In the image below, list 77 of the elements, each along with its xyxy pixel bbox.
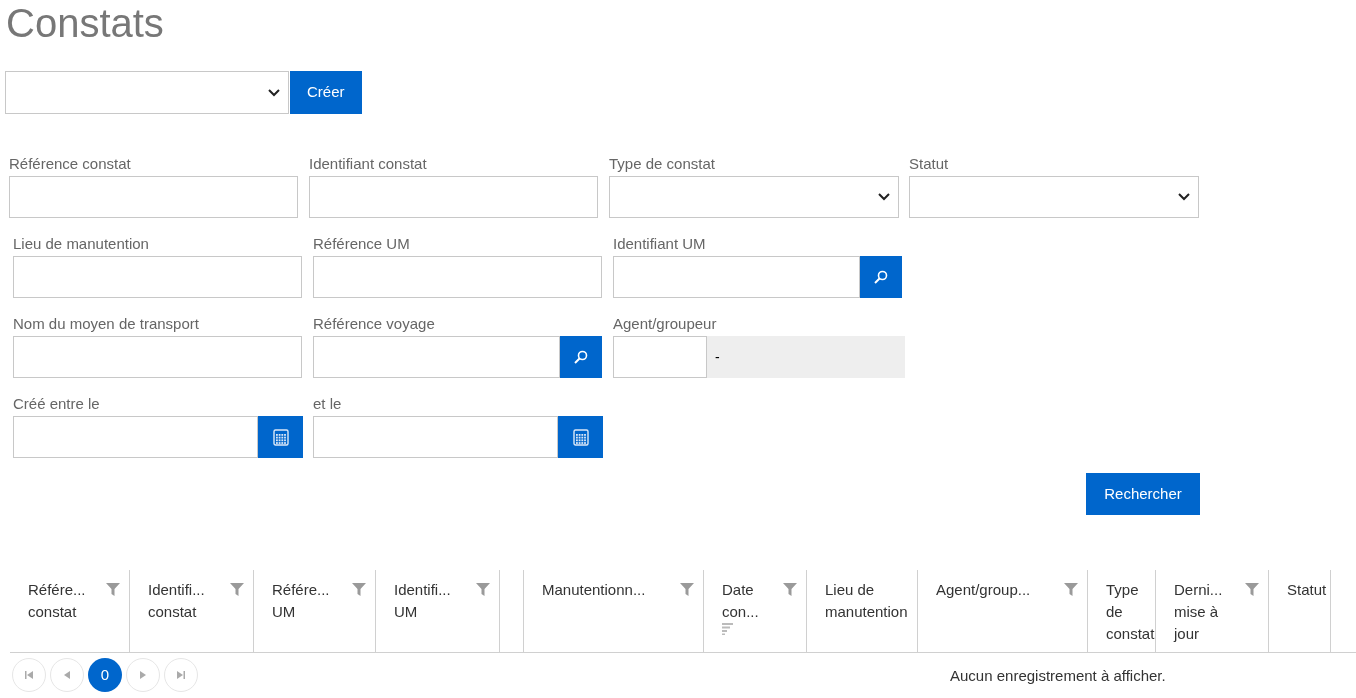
column-header[interactable]: Agent/group... (918, 570, 1088, 652)
column-header[interactable]: Type de constat (1088, 570, 1156, 652)
field-label: Statut (909, 154, 950, 174)
field-label: Référence constat (9, 154, 132, 174)
column-label: Identifi... UM (394, 580, 452, 622)
field-label: Lieu de manutention (13, 234, 150, 254)
field-label: Créé entre le (13, 394, 101, 414)
column-label: Lieu de manutention (825, 580, 908, 622)
select-field[interactable] (909, 176, 1199, 218)
filter-icon[interactable] (352, 583, 366, 596)
field-label: Type de constat (609, 154, 716, 174)
search-field[interactable] (613, 256, 860, 298)
column-label: Statut (1287, 580, 1327, 600)
column-label: Date con... (722, 580, 760, 622)
column-header[interactable]: Identifi... UM (376, 570, 500, 652)
filter-icon[interactable] (1064, 583, 1078, 596)
column-header[interactable]: Statut (1269, 570, 1331, 652)
column-header[interactable]: Date con... (704, 570, 807, 652)
column-label: Référe... constat (28, 580, 87, 622)
select-field[interactable] (5, 71, 289, 114)
column-label: Référe... UM (272, 580, 331, 622)
date-field[interactable] (13, 416, 258, 458)
text-field[interactable] (9, 176, 298, 218)
search-button[interactable]: Rechercher (1086, 473, 1200, 515)
field-label: Nom du moyen de transport (13, 314, 200, 334)
calendar-icon (572, 428, 589, 446)
column-label: Agent/group... (936, 580, 1031, 600)
last-page-icon (176, 670, 186, 680)
page-button[interactable]: 0 (88, 658, 122, 692)
chevron-down-icon (878, 193, 890, 201)
calendar-button[interactable] (558, 416, 603, 458)
filter-icon[interactable] (106, 583, 120, 596)
filter-icon[interactable] (230, 583, 244, 596)
select-field[interactable] (609, 176, 899, 218)
filter-icon[interactable] (680, 583, 694, 596)
sort-icon[interactable] (722, 623, 733, 635)
search-button[interactable] (860, 256, 902, 298)
text-field[interactable] (13, 336, 302, 378)
next-icon (139, 670, 147, 680)
column-header[interactable]: Derni... mise à jour (1156, 570, 1269, 652)
field-label: et le (313, 394, 343, 414)
date-field[interactable] (313, 416, 558, 458)
agent-name-display: - (707, 336, 905, 378)
page-title: Constats (6, 0, 164, 47)
filter-icon[interactable] (783, 583, 797, 596)
column-header[interactable]: Identifi... constat (130, 570, 254, 652)
column-label: Type de constat (1106, 580, 1155, 644)
create-button[interactable]: Créer (290, 71, 362, 114)
field-label: Référence UM (313, 234, 411, 254)
text-field[interactable] (13, 256, 302, 298)
column-label: Manutentionn... (542, 580, 646, 600)
search-icon (873, 269, 889, 285)
field-label: Identifiant UM (613, 234, 707, 254)
chevron-down-icon (1178, 193, 1190, 201)
search-button[interactable] (560, 336, 602, 378)
field-label: Identifiant constat (309, 154, 428, 174)
calendar-button[interactable] (258, 416, 303, 458)
column-header[interactable]: Manutentionn... (524, 570, 704, 652)
field-label: Référence voyage (313, 314, 436, 334)
text-field[interactable] (309, 176, 598, 218)
column-header[interactable]: Lieu de manutention (807, 570, 918, 652)
field-label: Agent/groupeur (613, 314, 718, 334)
column-header[interactable]: Référe... constat (10, 570, 130, 652)
column-header[interactable]: Référe... UM (254, 570, 376, 652)
previous-icon (63, 670, 71, 680)
filter-icon[interactable] (1245, 583, 1259, 596)
search-field[interactable] (313, 336, 560, 378)
search-icon (573, 349, 589, 365)
column-label: Identifi... constat (148, 580, 206, 622)
column-label: Derni... mise à jour (1174, 580, 1224, 644)
text-field[interactable] (313, 256, 602, 298)
calendar-icon (272, 428, 289, 446)
first-page-icon (24, 670, 34, 680)
chevron-down-icon (268, 88, 280, 97)
filter-icon[interactable] (476, 583, 490, 596)
agent-code-field[interactable] (613, 336, 707, 378)
empty-message: Aucun enregistrement à afficher. (950, 666, 1166, 686)
